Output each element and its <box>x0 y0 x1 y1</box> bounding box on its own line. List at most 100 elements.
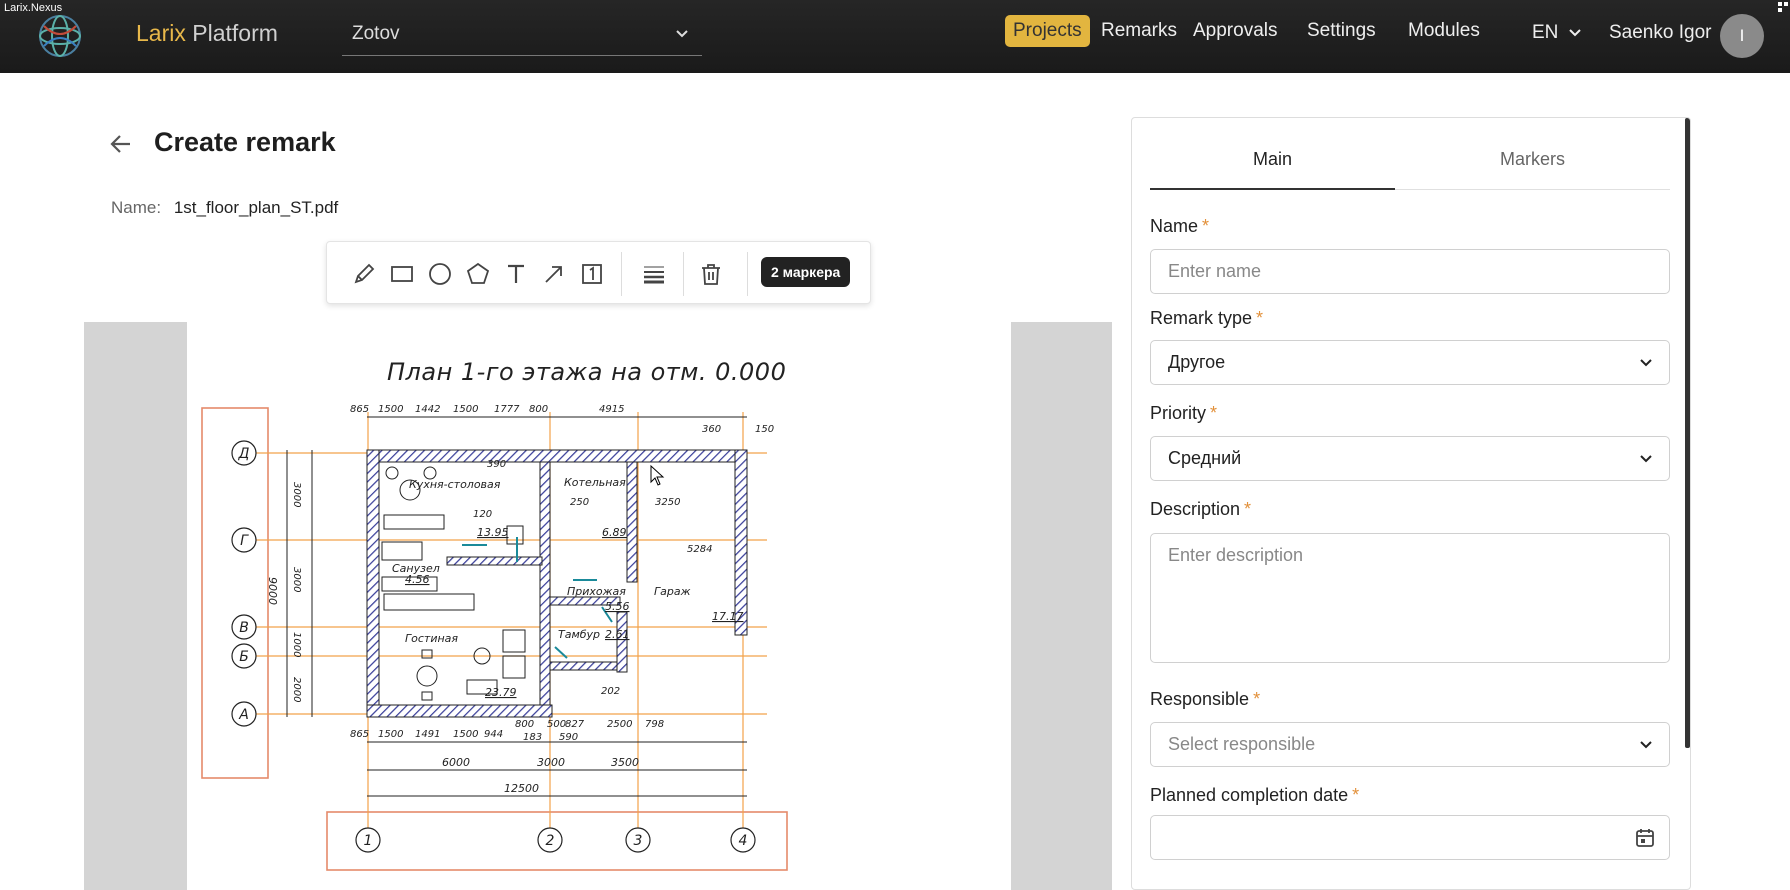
dimension: 2500 <box>607 719 632 730</box>
dimension: 183 <box>523 732 542 743</box>
room-area: 5.56 <box>605 600 630 613</box>
dimension: 1442 <box>415 404 440 415</box>
language-value: EN <box>1532 22 1559 43</box>
dimension: 202 <box>601 686 620 697</box>
remark-type-label: Remark type * <box>1150 308 1264 328</box>
dimension: 865 <box>350 729 369 740</box>
remark-type-select[interactable]: Другое <box>1150 340 1670 385</box>
axis-label: Б <box>239 649 249 665</box>
polygon-icon[interactable] <box>465 261 491 287</box>
name-input[interactable]: Enter name <box>1150 249 1670 294</box>
axis-label: А <box>238 707 249 723</box>
file-name-value: 1st_floor_plan_ST.pdf <box>173 198 339 217</box>
axis-label: Г <box>240 533 249 549</box>
dimension: 944 <box>484 729 503 740</box>
numbered-marker-icon[interactable] <box>579 261 605 287</box>
axis-label: 1 <box>364 833 373 849</box>
scrollbar[interactable] <box>1685 118 1690 748</box>
rectangle-icon[interactable] <box>389 261 415 287</box>
remark-form-panel: Main Markers Name * Enter name Remark typ… <box>1131 117 1691 890</box>
dimension: 1500 <box>453 729 478 740</box>
room-label: Кухня-столовая <box>409 478 501 491</box>
toolbar-divider <box>621 252 622 296</box>
text-icon[interactable] <box>503 261 529 287</box>
room-area: 4.56 <box>405 573 430 586</box>
planned-date-input[interactable] <box>1150 815 1670 860</box>
file-name-label: Name: <box>111 198 162 217</box>
nav-modules[interactable]: Modules <box>1408 20 1480 42</box>
top-navigation-bar: Larix Platform Zotov Projects Remarks Ap… <box>0 0 1790 73</box>
dimension: 250 <box>570 497 589 508</box>
priority-label: Priority * <box>1150 403 1218 423</box>
dimension: 1777 <box>494 404 520 415</box>
drawing-toolbar: 2 маркера <box>326 241 871 304</box>
dimension: 865 <box>350 404 369 415</box>
dimension: 3250 <box>655 497 680 508</box>
trash-icon[interactable] <box>698 261 724 287</box>
remark-type-value: Другое <box>1168 352 1226 372</box>
chevron-down-icon <box>1640 455 1652 463</box>
description-textarea[interactable]: Enter description <box>1150 533 1670 663</box>
axis-label: В <box>239 620 249 636</box>
room-area: 6.89 <box>602 526 627 539</box>
pencil-icon[interactable] <box>351 261 377 287</box>
nav-approvals[interactable]: Approvals <box>1193 20 1278 42</box>
description-label: Description * <box>1150 499 1252 519</box>
responsible-placeholder: Select responsible <box>1168 734 1316 754</box>
circle-icon[interactable] <box>427 261 453 287</box>
language-select[interactable]: EN <box>1532 22 1582 44</box>
nav-projects[interactable]: Projects <box>1005 15 1090 47</box>
axis-label: Д <box>238 446 250 462</box>
back-arrow-icon[interactable] <box>108 132 134 156</box>
project-select-value: Zotov <box>352 23 400 44</box>
larix-logo-icon[interactable] <box>36 12 84 60</box>
dimension: 1000 <box>291 632 302 657</box>
drawing-viewer[interactable]: План 1-го этажа на отм. 0.000 Д Г В Б А … <box>84 322 1112 890</box>
avatar[interactable]: I <box>1720 14 1764 58</box>
line-weight-icon[interactable] <box>641 261 667 287</box>
planned-date-label: Planned completion date * <box>1150 785 1360 805</box>
room-label: Тамбур <box>558 628 600 641</box>
axis-label: 2 <box>546 833 555 849</box>
dimension: 120 <box>473 509 492 520</box>
responsible-label: Responsible * <box>1150 689 1261 709</box>
room-area: 13.95 <box>477 526 509 539</box>
room-label: Прихожая <box>567 585 626 598</box>
dimension: 4915 <box>599 404 624 415</box>
dimension: 1491 <box>415 729 440 740</box>
dimension: 800 <box>515 719 534 730</box>
form-tabs: Main Markers <box>1150 136 1670 190</box>
brand-name: Larix Platform <box>136 20 278 46</box>
name-label: Name * <box>1150 216 1210 236</box>
priority-select[interactable]: Средний <box>1150 436 1670 481</box>
dimension: 5284 <box>687 544 712 555</box>
user-name[interactable]: Saenko Igor <box>1609 22 1711 44</box>
tab-main[interactable]: Main <box>1150 136 1395 190</box>
dimension: 1500 <box>453 404 478 415</box>
toolbar-divider <box>747 252 748 296</box>
nav-remarks[interactable]: Remarks <box>1101 20 1177 42</box>
room-area: 23.79 <box>485 686 517 699</box>
project-select[interactable]: Zotov <box>342 14 702 56</box>
dimension: 1500 <box>378 404 403 415</box>
marker-count-badge[interactable]: 2 маркера <box>761 257 851 287</box>
dimension: 3000 <box>537 756 565 769</box>
resize-icon <box>1778 2 1788 12</box>
dimension: 3000 <box>291 567 302 592</box>
window-title: Larix.Nexus <box>4 2 63 14</box>
dimension: 6000 <box>442 756 470 769</box>
room-label: Гараж <box>654 585 691 598</box>
mouse-cursor-icon <box>650 464 665 486</box>
nav-settings[interactable]: Settings <box>1307 20 1376 42</box>
calendar-icon[interactable] <box>1634 827 1656 849</box>
chevron-down-icon <box>1640 741 1652 749</box>
drawing-sheet[interactable]: План 1-го этажа на отм. 0.000 Д Г В Б А … <box>187 322 1011 890</box>
room-area: 17.17 <box>712 610 744 623</box>
responsible-select[interactable]: Select responsible <box>1150 722 1670 767</box>
priority-value: Средний <box>1168 448 1242 468</box>
dimension: 1500 <box>378 729 403 740</box>
floor-plan: Д Г В Б А 1 2 3 4 Кухня-столовая Котельн… <box>201 404 788 871</box>
toolbar-divider <box>683 252 684 296</box>
tab-markers[interactable]: Markers <box>1410 136 1655 190</box>
arrow-icon[interactable] <box>541 261 567 287</box>
